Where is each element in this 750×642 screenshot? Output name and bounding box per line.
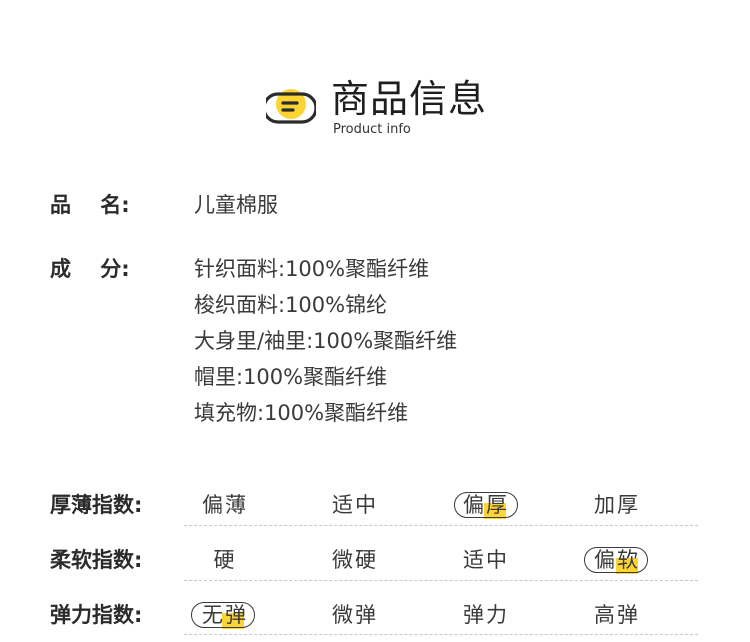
elasticity-option: 弹力	[463, 603, 509, 627]
composition-line: 大身里/袖里:100%聚酯纤维	[194, 329, 458, 353]
divider	[184, 525, 698, 526]
composition-line: 填充物:100%聚酯纤维	[194, 401, 409, 425]
page-subtitle: Product info	[333, 122, 411, 137]
thickness-option-selected: 偏厚	[463, 493, 509, 517]
softness-index-label: 柔软指数:	[50, 548, 143, 572]
softness-option: 硬	[213, 548, 237, 572]
composition-line: 针织面料:100%聚酯纤维	[194, 257, 430, 281]
softness-option-selected: 偏软	[594, 548, 640, 572]
composition-line: 帽里:100%聚酯纤维	[194, 365, 388, 389]
thickness-option: 加厚	[594, 493, 640, 517]
elasticity-option: 微弹	[332, 603, 378, 627]
softness-option: 适中	[463, 548, 509, 572]
elasticity-option: 高弹	[594, 603, 640, 627]
product-name: 儿童棉服	[194, 193, 278, 217]
elasticity-option-selected: 无弹	[202, 603, 248, 627]
divider	[184, 580, 698, 581]
softness-option: 微硬	[332, 548, 378, 572]
thickness-option: 偏薄	[202, 493, 248, 517]
divider	[184, 634, 698, 635]
composition-line: 梭织面料:100%锦纶	[194, 293, 388, 317]
elasticity-index-label: 弹力指数:	[50, 603, 143, 627]
name-label: 品 名:	[50, 193, 130, 217]
document-lines-icon	[266, 89, 316, 124]
page-title: 商品信息	[331, 77, 488, 121]
thickness-option: 适中	[332, 493, 378, 517]
composition-label: 成 分:	[50, 257, 130, 281]
thickness-index-label: 厚薄指数:	[50, 493, 143, 517]
